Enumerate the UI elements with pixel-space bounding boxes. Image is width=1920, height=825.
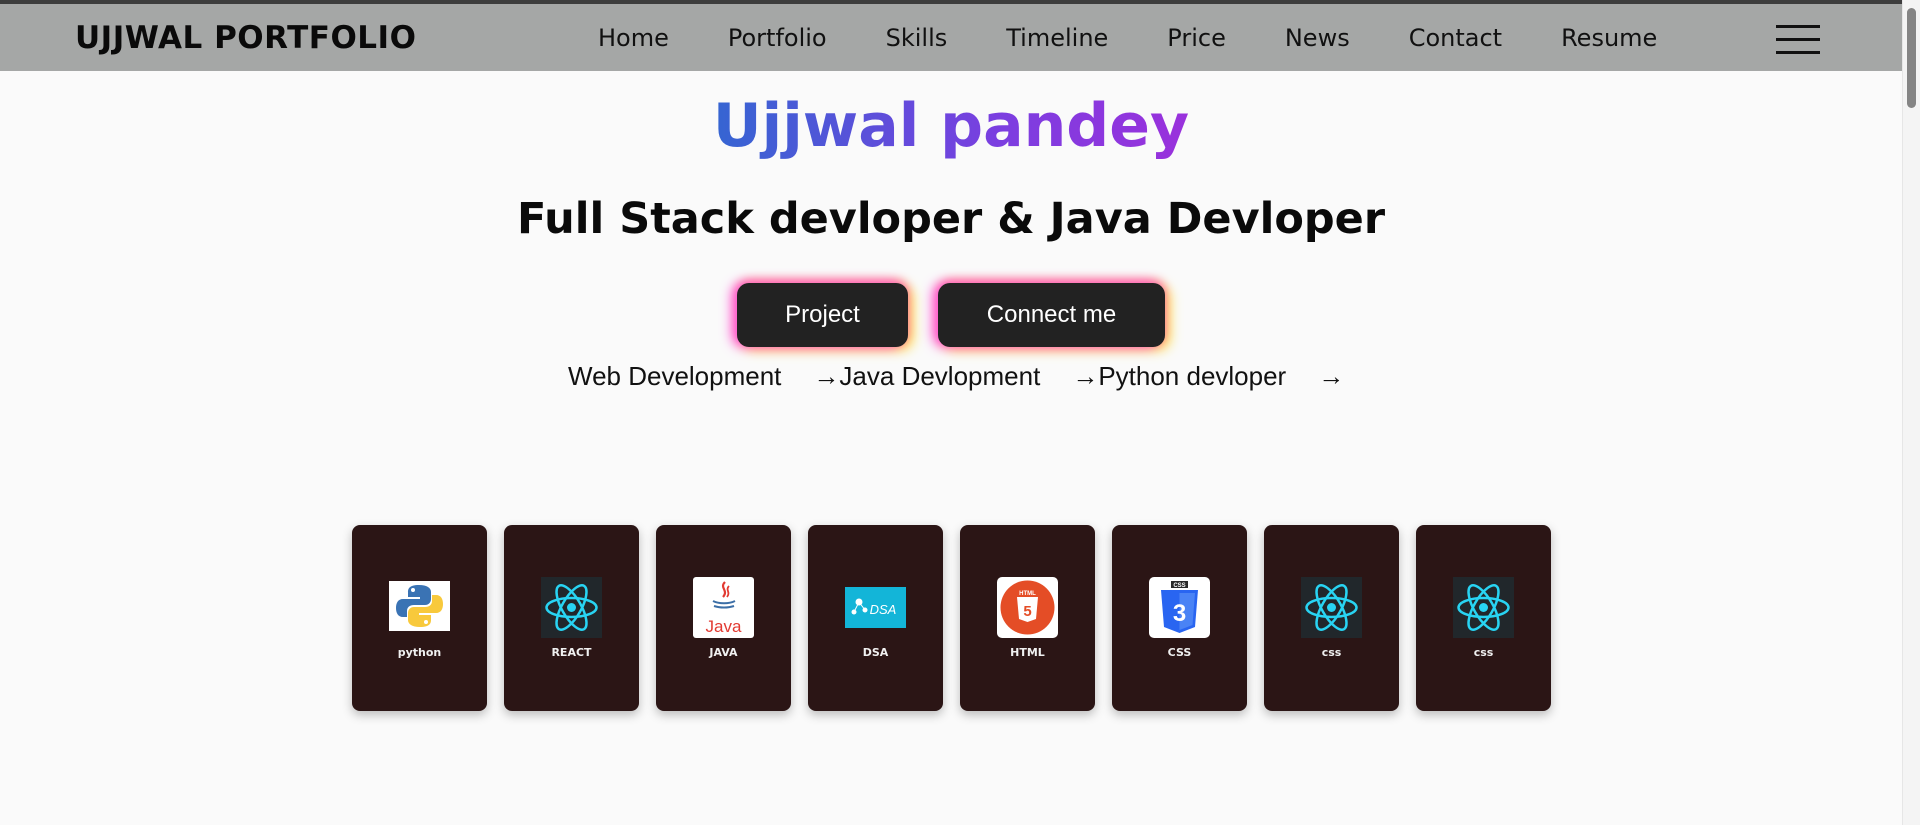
react-icon (1301, 577, 1362, 638)
hero-name-text: Ujjwal pandey (712, 91, 1190, 161)
react-icon (1453, 577, 1514, 638)
role-python-developer: Python devloper (1098, 361, 1287, 391)
nav-link-news[interactable]: News (1285, 24, 1350, 52)
hamburger-line (1776, 25, 1820, 28)
nav-links: Home Portfolio Skills Timeline Price New… (598, 24, 1657, 52)
html5-icon: HTML 5 (997, 577, 1058, 638)
css3-icon: CSS 3 (1149, 577, 1210, 638)
skill-label: css (1321, 646, 1342, 659)
dsa-icon: DSA (845, 587, 906, 628)
skill-card-react[interactable]: REACT (504, 525, 639, 711)
hamburger-line (1776, 51, 1820, 54)
navbar: UJJWAL PORTFOLIO Home Portfolio Skills T… (0, 4, 1920, 71)
nav-link-resume[interactable]: Resume (1561, 24, 1657, 52)
skill-label: REACT (551, 646, 592, 659)
hamburger-line (1776, 38, 1820, 41)
python-icon (389, 581, 450, 631)
svg-text:5: 5 (1023, 603, 1031, 620)
svg-text:DSA: DSA (870, 602, 897, 617)
skills-cards: python REACT Java JAVA DSA DSA HTML 5 HT… (352, 525, 1551, 711)
java-icon: Java (693, 577, 754, 638)
nav-link-contact[interactable]: Contact (1409, 24, 1502, 52)
skill-card-python[interactable]: python (352, 525, 487, 711)
nav-link-skills[interactable]: Skills (886, 24, 948, 52)
skill-label: DSA (862, 646, 889, 659)
skill-card-css-3[interactable]: css (1416, 525, 1551, 711)
brand-logo[interactable]: UJJWAL PORTFOLIO (75, 20, 416, 56)
arrow-right-icon: → (1072, 361, 1099, 391)
scrollbar[interactable] (1902, 0, 1920, 825)
roles-marquee: Web Development → Java Devlopment → Pyth… (568, 361, 1344, 392)
skill-label: css (1473, 646, 1494, 659)
nav-link-price[interactable]: Price (1167, 24, 1226, 52)
nav-link-home[interactable]: Home (598, 24, 669, 52)
skill-card-html[interactable]: HTML 5 HTML (960, 525, 1095, 711)
nav-link-portfolio[interactable]: Portfolio (728, 24, 827, 52)
arrow-right-icon: → (1318, 361, 1345, 391)
role-java-development: Java Devlopment (839, 361, 1041, 391)
skill-label: JAVA (709, 646, 738, 659)
svg-text:HTML: HTML (1019, 591, 1036, 597)
hero-subtitle: Full Stack devloper & Java Devloper (516, 194, 1386, 244)
connect-me-button[interactable]: Connect me (938, 283, 1165, 347)
arrow-right-icon: → (813, 361, 840, 391)
skill-label: HTML (1010, 646, 1045, 659)
skill-card-dsa[interactable]: DSA DSA (808, 525, 943, 711)
svg-text:3: 3 (1173, 600, 1186, 627)
skill-card-css-2[interactable]: css (1264, 525, 1399, 711)
svg-text:Java: Java (706, 617, 742, 636)
svg-text:CSS: CSS (1173, 583, 1185, 589)
nav-link-timeline[interactable]: Timeline (1006, 24, 1108, 52)
skill-card-css[interactable]: CSS 3 CSS (1112, 525, 1247, 711)
skill-card-java[interactable]: Java JAVA (656, 525, 791, 711)
scrollbar-thumb[interactable] (1907, 8, 1916, 108)
hamburger-icon[interactable] (1776, 25, 1820, 55)
react-icon (541, 577, 602, 638)
project-button[interactable]: Project (737, 283, 908, 347)
skill-label: CSS (1167, 646, 1192, 659)
skill-label: python (397, 646, 442, 659)
hero-name: Ujjwal pandey (0, 88, 1902, 164)
role-web-development: Web Development (568, 361, 782, 391)
